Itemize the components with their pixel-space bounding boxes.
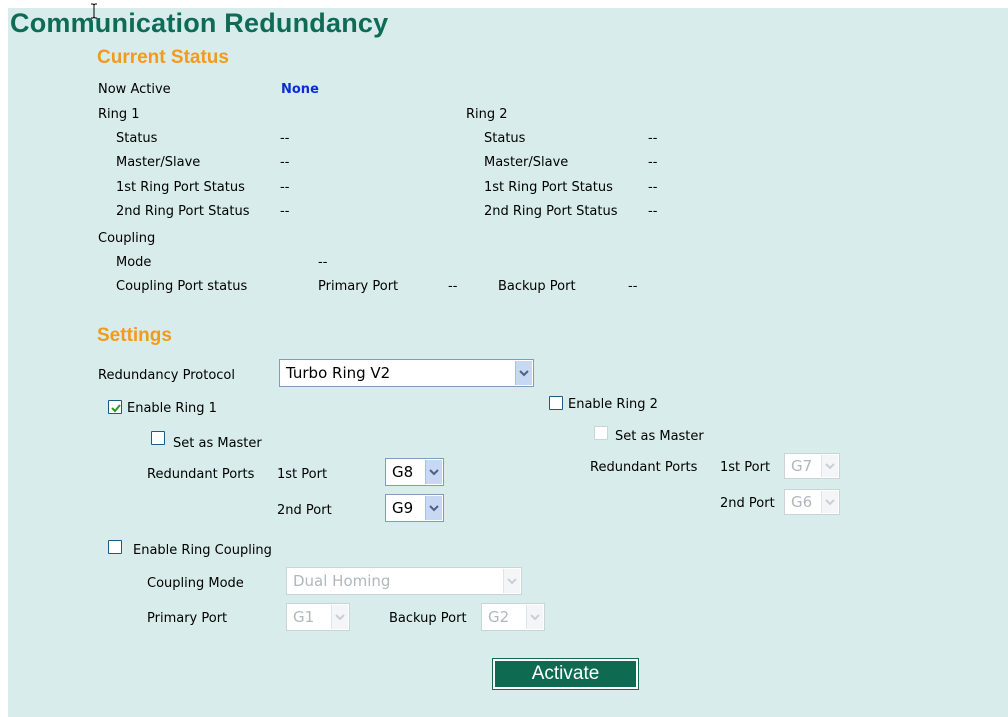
text-cursor-icon	[90, 3, 98, 23]
redundancy-protocol-label: Redundancy Protocol	[98, 368, 235, 383]
ring1-first-port-select[interactable]: G8	[385, 458, 444, 486]
ring2-first-port-label: 1st Port	[720, 460, 771, 475]
chevron-down-icon	[515, 361, 532, 385]
coupling-primary-port-select[interactable]: G1	[286, 603, 350, 631]
enable-ring-coupling-checkbox[interactable]	[108, 540, 122, 554]
now-active-label: Now Active	[98, 82, 171, 97]
ring1-set-master-label: Set as Master	[173, 436, 262, 451]
ring1-set-master-checkbox[interactable]	[151, 431, 165, 445]
ring2-first-port-select[interactable]: G7	[784, 453, 840, 479]
ring1-first-port-value: G8	[392, 463, 414, 481]
coupling-port-status-label: Coupling Port status	[116, 279, 248, 294]
enable-ring1-label: Enable Ring 1	[127, 401, 217, 416]
ring2-redundant-ports-label: Redundant Ports	[590, 460, 698, 475]
ring2-first-port-status-value: --	[648, 180, 658, 195]
coupling-backup-port-setting-label: Backup Port	[389, 611, 467, 626]
chevron-down-icon	[821, 455, 838, 477]
coupling-mode-value: --	[318, 255, 328, 270]
enable-ring-coupling-label: Enable Ring Coupling	[133, 543, 272, 558]
ring1-second-port-status-value: --	[280, 204, 290, 219]
ring1-master-slave-value: --	[280, 155, 290, 170]
ring1-status-label: Status	[116, 131, 158, 146]
ring1-first-port-label: 1st Port	[277, 467, 328, 482]
chevron-down-icon	[331, 605, 348, 629]
coupling-backup-port-value: --	[628, 279, 638, 294]
settings-heading: Settings	[97, 325, 172, 346]
ring1-master-slave-label: Master/Slave	[116, 155, 201, 170]
activate-button[interactable]: Activate	[492, 658, 639, 690]
coupling-mode-select-value: Dual Homing	[293, 572, 391, 590]
redundancy-protocol-value: Turbo Ring V2	[286, 364, 391, 382]
ring1-redundant-ports-label: Redundant Ports	[147, 467, 255, 482]
coupling-mode-setting-label: Coupling Mode	[147, 576, 244, 591]
chevron-down-icon	[821, 491, 838, 513]
ring2-master-slave-value: --	[648, 155, 658, 170]
coupling-primary-port-label: Primary Port	[318, 279, 399, 294]
enable-ring2-label: Enable Ring 2	[568, 397, 658, 412]
ring2-first-port-value: G7	[791, 457, 813, 475]
coupling-status-heading: Coupling	[98, 231, 156, 246]
ring2-second-port-value: G6	[791, 493, 813, 511]
coupling-primary-port-setting-label: Primary Port	[147, 611, 228, 626]
ring1-first-port-status-label: 1st Ring Port Status	[116, 180, 245, 195]
ring1-second-port-status-label: 2nd Ring Port Status	[116, 204, 250, 219]
ring2-second-port-status-label: 2nd Ring Port Status	[484, 204, 618, 219]
coupling-backup-port-select-value: G2	[488, 608, 510, 626]
enable-ring2-checkbox[interactable]	[549, 396, 563, 410]
ring2-first-port-status-label: 1st Ring Port Status	[484, 180, 613, 195]
ring2-status-value: --	[648, 131, 658, 146]
ring2-status-heading: Ring 2	[466, 107, 508, 122]
now-active-value: None	[281, 82, 319, 97]
ring2-set-master-label: Set as Master	[615, 429, 704, 444]
coupling-backup-port-select[interactable]: G2	[481, 603, 545, 631]
ring2-master-slave-label: Master/Slave	[484, 155, 569, 170]
checkmark-icon	[111, 404, 121, 413]
ring2-second-port-label: 2nd Port	[720, 496, 775, 511]
ring1-first-port-status-value: --	[280, 180, 290, 195]
current-status-heading: Current Status	[97, 47, 229, 68]
ring1-second-port-select[interactable]: G9	[385, 494, 444, 522]
ring2-second-port-status-value: --	[648, 204, 658, 219]
coupling-mode-select[interactable]: Dual Homing	[286, 567, 522, 595]
chevron-down-icon	[503, 569, 520, 593]
enable-ring1-checkbox[interactable]	[108, 400, 122, 414]
chevron-down-icon	[425, 460, 442, 484]
ring1-status-heading: Ring 1	[98, 107, 140, 122]
ring2-status-label: Status	[484, 131, 526, 146]
ring2-second-port-select[interactable]: G6	[784, 489, 840, 515]
ring1-second-port-value: G9	[392, 499, 414, 517]
coupling-primary-port-select-value: G1	[293, 608, 315, 626]
page-title: Communication Redundancy	[10, 8, 389, 38]
chevron-down-icon	[425, 496, 442, 520]
redundancy-protocol-select[interactable]: Turbo Ring V2	[279, 359, 534, 387]
coupling-primary-port-value: --	[448, 279, 458, 294]
ring1-second-port-label: 2nd Port	[277, 503, 332, 518]
ring1-status-value: --	[280, 131, 290, 146]
chevron-down-icon	[526, 605, 543, 629]
coupling-mode-label: Mode	[116, 255, 152, 270]
coupling-backup-port-label: Backup Port	[498, 279, 576, 294]
ring2-set-master-checkbox[interactable]	[594, 426, 608, 440]
